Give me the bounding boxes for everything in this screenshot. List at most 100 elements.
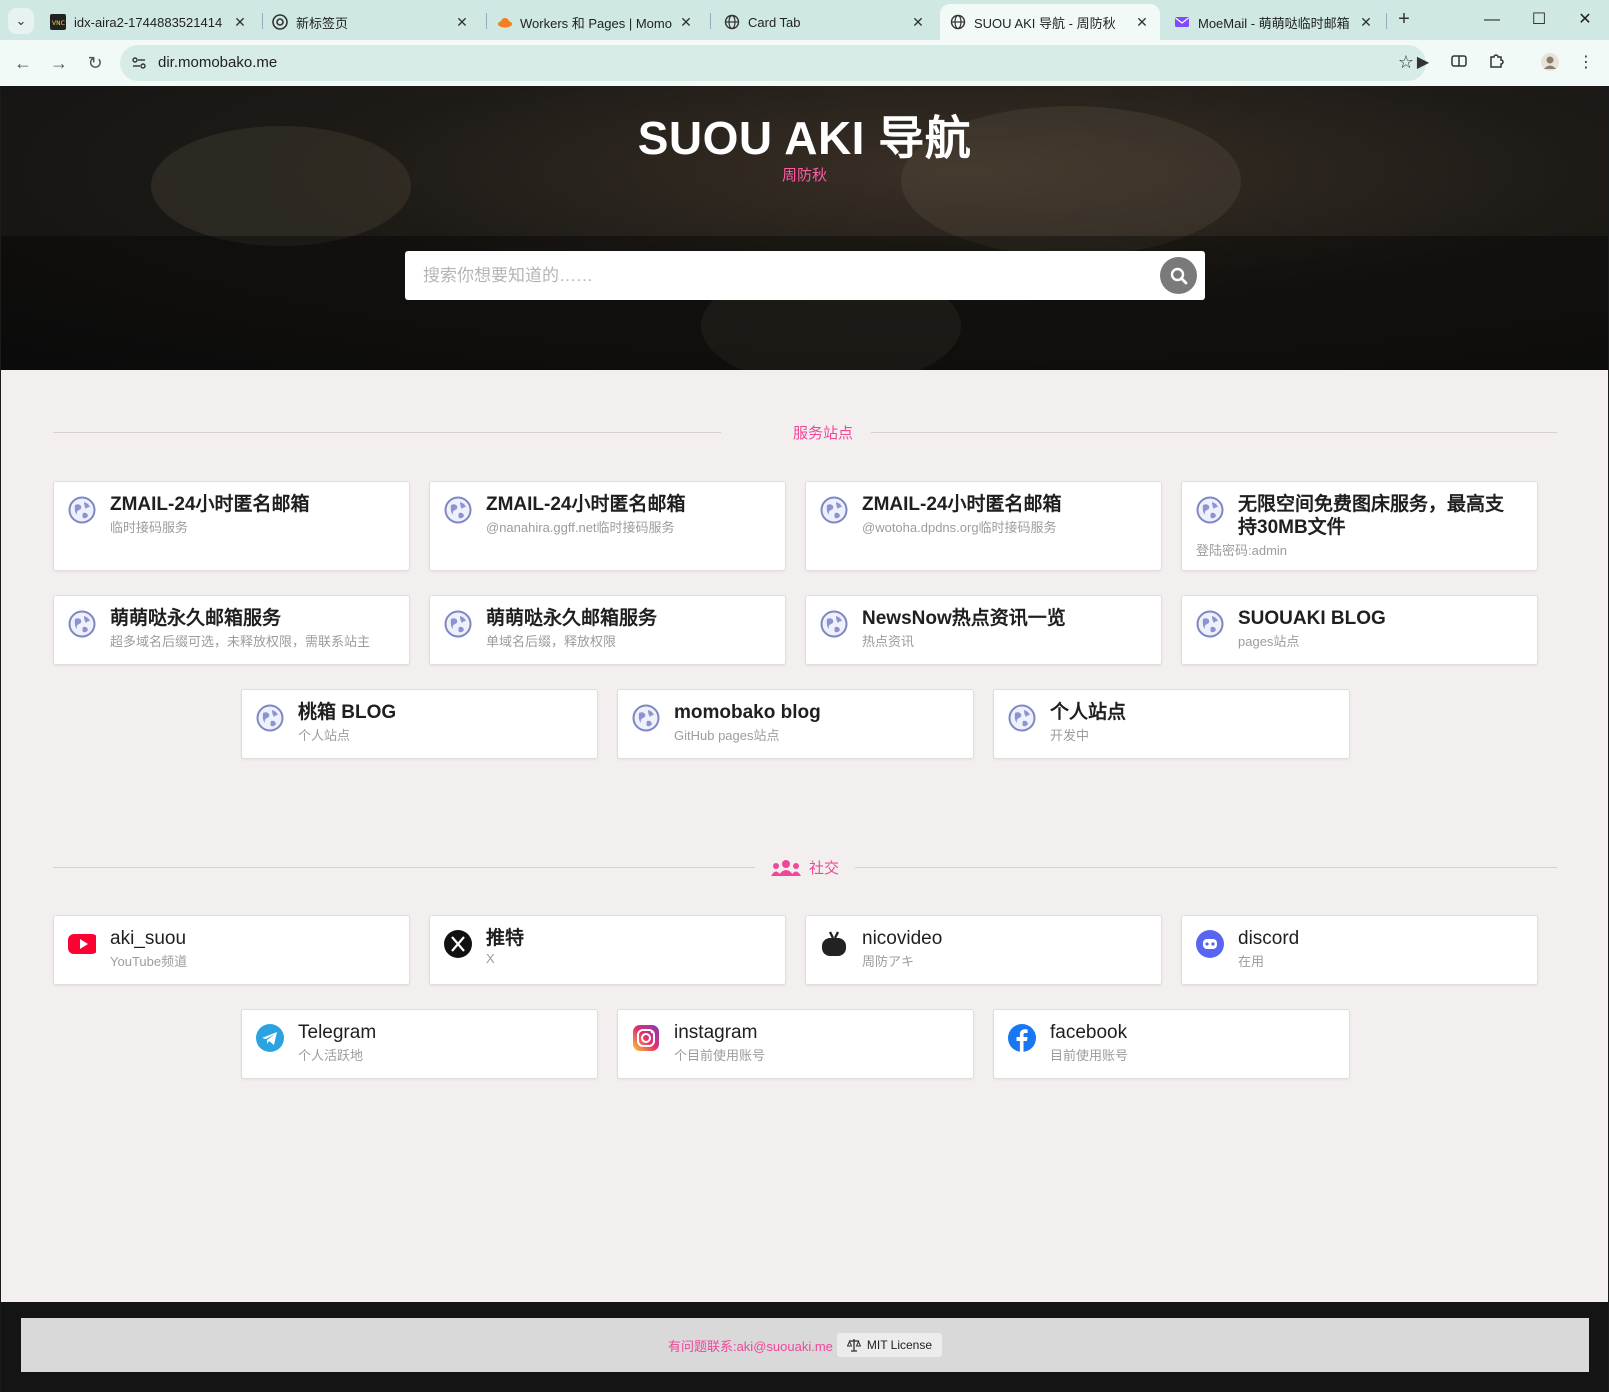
card-description: pages站点 [1238,634,1300,649]
site-card[interactable]: 桃箱 BLOG 个人站点 [241,689,598,759]
site-settings-icon[interactable] [130,54,148,72]
social-card[interactable]: 推特 X [429,915,786,985]
site-card[interactable]: NewsNow热点资讯一览 热点资讯 [805,595,1162,665]
card-title: SUOUAKI BLOG [1238,608,1386,629]
minimize-button[interactable]: — [1477,8,1507,32]
site-card[interactable]: ZMAIL-24小时匿名邮箱 @nanahira.ggff.net临时接码服务 [429,481,786,571]
tab-card-tab[interactable]: Card Tab ✕ [714,4,936,40]
tab-workers-pages[interactable]: Workers 和 Pages | Momob ✕ [486,4,704,40]
divider [871,432,1557,433]
card-title: 萌萌哒永久邮箱服务 [110,608,282,629]
license-badge[interactable]: MIT License [836,1333,943,1357]
site-card[interactable]: 萌萌哒永久邮箱服务 超多域名后缀可选，未释放权限，需联系站主 [53,595,410,665]
divider [855,867,1557,868]
site-card[interactable]: 萌萌哒永久邮箱服务 单域名后缀，释放权限 [429,595,786,665]
site-card[interactable]: ZMAIL-24小时匿名邮箱 临时接码服务 [53,481,410,571]
site-card[interactable]: 无限空间免费图床服务，最高支持30MB文件 登陆密码:admin [1181,481,1538,571]
card-title: instagram [674,1022,758,1043]
search-icon [1170,267,1187,284]
address-bar[interactable]: dir.momobako.me ☆ [120,45,1426,81]
tab-new-tab[interactable]: 新标签页 ✕ [262,4,480,40]
social-card[interactable]: aki_suou YouTube频道 [53,915,410,985]
close-icon[interactable]: ✕ [910,14,926,31]
card-title: Telegram [298,1022,377,1043]
close-icon[interactable]: ✕ [1134,14,1150,31]
media-play-icon[interactable]: ▶ [1412,52,1434,74]
site-card[interactable]: SUOUAKI BLOG pages站点 [1181,595,1538,665]
social-card[interactable]: Telegram 个人活跃地 [241,1009,598,1079]
globe-icon [1196,496,1224,524]
reload-icon: ↻ [87,53,103,73]
card-description: @nanahira.ggff.net临时接码服务 [486,520,675,535]
extensions-puzzle-icon[interactable] [1485,52,1507,74]
tab-divider [1386,13,1387,29]
globe-icon [68,610,96,638]
section-title: 服务站点 [793,422,853,443]
close-icon[interactable]: ✕ [454,14,470,31]
chrome-icon [272,14,288,30]
youtube-icon [68,930,96,958]
globe-icon [1008,704,1036,732]
site-card[interactable]: ZMAIL-24小时匿名邮箱 @wotoha.dpdns.org临时接码服务 [805,481,1162,571]
tab-suou-aki-nav[interactable]: SUOU AKI 导航 - 周防秋 ✕ [940,4,1160,40]
site-card[interactable]: 个人站点 开发中 [993,689,1350,759]
instagram-icon [632,1024,660,1052]
card-description: 热点资讯 [862,634,915,649]
section-header-social: 社交 [53,857,1557,877]
globe-icon [820,496,848,524]
social-card[interactable]: nicovideo 周防アキ [805,915,1162,985]
url-text[interactable]: dir.momobako.me [158,54,277,71]
card-description: 周防アキ [862,954,915,969]
globe-icon [256,704,284,732]
card-title: momobako blog [674,702,821,723]
reload-button[interactable]: ↻ [83,51,107,75]
card-description: @wotoha.dpdns.org临时接码服务 [862,520,1057,535]
card-description: YouTube频道 [110,954,188,969]
footer: 有问题联系:aki@suouaki.me MIT License [21,1318,1589,1372]
card-title: ZMAIL-24小时匿名邮箱 [862,494,1062,515]
maximize-button[interactable]: ☐ [1524,8,1554,32]
browser-toolbar: ← → ↻ dir.momobako.me ☆ ▶ ⋮ [0,40,1609,86]
social-card[interactable]: discord 在用 [1181,915,1538,985]
vnc-icon: VNC [50,14,66,30]
globe-icon [1196,610,1224,638]
card-title: 桃箱 BLOG [298,702,397,723]
close-window-button[interactable]: ✕ [1570,8,1600,32]
profile-avatar-icon[interactable] [1539,52,1561,74]
forward-button[interactable]: → [47,51,71,75]
x-icon [444,930,472,958]
tab-search-button[interactable]: ⌄ [8,8,34,34]
site-card[interactable]: momobako blog GitHub pages站点 [617,689,974,759]
site-subtitle: 周防秋 [781,167,827,184]
arrow-left-icon: ← [14,53,32,73]
plus-icon: + [1398,8,1410,30]
more-menu-icon[interactable]: ⋮ [1575,52,1597,74]
social-card[interactable]: instagram 个目前使用账号 [617,1009,974,1079]
tab-title: 新标签页 [296,15,349,31]
back-button[interactable]: ← [11,51,35,75]
tab-title: SUOU AKI 导航 - 周防秋 [974,15,1116,31]
new-tab-button[interactable]: + [1392,8,1416,32]
contact-link[interactable]: 有问题联系:aki@suouaki.me [668,1336,833,1355]
card-description: 超多域名后缀可选，未释放权限，需联系站主 [110,634,371,649]
close-icon[interactable]: ✕ [232,14,248,31]
hero-banner: SUOU AKI 导航 周防秋 [1,86,1608,370]
globe-icon [820,610,848,638]
search-input[interactable] [405,251,1145,300]
tab-moemail[interactable]: MoeMail - 萌萌哒临时邮箱 ✕ [1164,4,1384,40]
search-button[interactable] [1160,257,1197,294]
card-title: ZMAIL-24小时匿名邮箱 [486,494,686,515]
social-card[interactable]: facebook 目前使用账号 [993,1009,1350,1079]
tab-idx-aira2[interactable]: VNC idx-aira2-1744883521414 ✕ [40,4,258,40]
tab-title: Workers 和 Pages | Momob [520,15,672,31]
search-box [405,251,1205,300]
svg-text:VNC: VNC [52,20,65,27]
reading-mode-icon[interactable] [1448,52,1470,74]
close-icon[interactable]: ✕ [1358,14,1374,31]
card-description: 目前使用账号 [1050,1048,1129,1063]
close-icon[interactable]: ✕ [678,14,694,31]
scale-icon [846,1339,861,1352]
maximize-icon: ☐ [1531,11,1547,28]
globe-icon [68,496,96,524]
cloudflare-icon [496,14,512,30]
